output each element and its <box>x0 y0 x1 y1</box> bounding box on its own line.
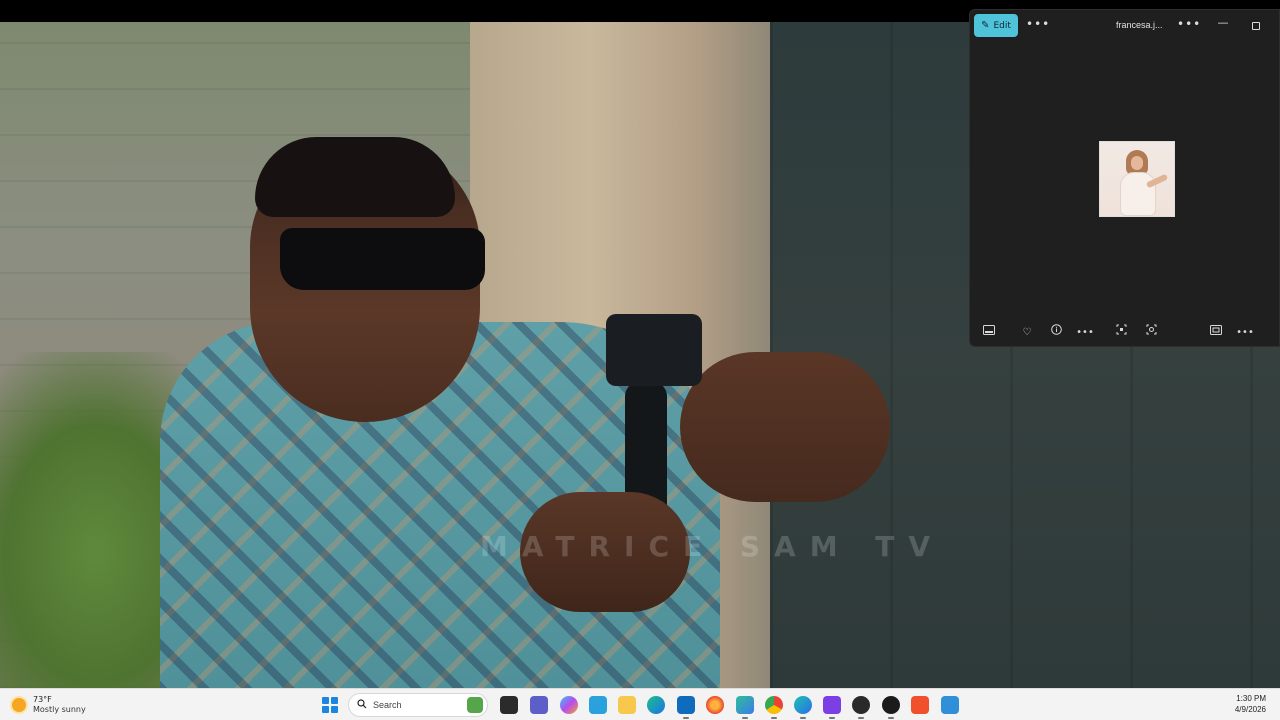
photos-viewer-window[interactable]: ✎ Edit ••• francesa.j... ••• — ♡ ••• ••• <box>969 9 1280 347</box>
search-icon <box>357 698 367 712</box>
edit-button[interactable]: ✎ Edit <box>974 14 1018 37</box>
weather-temperature: 73°F <box>33 695 52 704</box>
weather-widget[interactable]: 73°F Mostly sunny <box>12 693 86 717</box>
visual-search-icon[interactable] <box>1142 324 1160 342</box>
teams-icon[interactable] <box>530 696 548 714</box>
photo-figure-face <box>1131 156 1143 170</box>
minimize-button[interactable]: — <box>1215 15 1231 31</box>
photo-preview[interactable] <box>1099 141 1175 217</box>
calendar-icon[interactable] <box>677 696 695 719</box>
search-highlight-icon <box>467 697 483 713</box>
more-icon[interactable]: ••• <box>1076 324 1094 342</box>
search-box[interactable]: Search <box>348 693 488 717</box>
edge-dev-icon[interactable] <box>794 696 812 719</box>
start-button[interactable] <box>322 697 338 713</box>
more-options-icon[interactable]: ••• <box>1026 17 1050 31</box>
blue-app-icon[interactable] <box>941 696 959 714</box>
taskbar: 73°F Mostly sunny Search 1:30 PM 4/9/202… <box>0 688 1280 720</box>
photo-filename: francesa.j... <box>1116 20 1163 30</box>
media-player-icon[interactable] <box>882 696 900 719</box>
brave-icon[interactable] <box>911 696 929 714</box>
sun-icon <box>12 698 26 712</box>
clock-time: 1:30 PM <box>1236 694 1266 703</box>
firefox-icon[interactable] <box>706 696 724 714</box>
fit-to-window-icon[interactable] <box>1112 324 1130 342</box>
filmstrip-icon[interactable] <box>980 324 998 342</box>
maximize-icon <box>1252 22 1260 30</box>
desktop-screen: MATRICE SAM TV ✎ Edit ••• francesa.j... … <box>0 0 1280 720</box>
store-icon[interactable] <box>589 696 607 714</box>
info-icon[interactable] <box>1047 324 1065 342</box>
chrome-icon[interactable] <box>765 696 783 719</box>
more-icon[interactable]: ••• <box>1236 324 1254 342</box>
title-more-icon[interactable]: ••• <box>1177 17 1201 31</box>
copilot-icon[interactable] <box>560 696 578 714</box>
photo-figure-dress <box>1120 172 1156 216</box>
file-explorer-icon[interactable] <box>618 696 636 714</box>
person-hair <box>255 137 455 217</box>
edit-icon: ✎ <box>981 20 990 31</box>
terminal-icon[interactable] <box>500 696 518 714</box>
clock-date: 4/9/2026 <box>1234 705 1266 714</box>
person-arm <box>680 352 890 502</box>
search-placeholder: Search <box>373 700 402 710</box>
heart-icon[interactable]: ♡ <box>1018 324 1036 342</box>
video-watermark: MATRICE SAM TV <box>480 530 945 563</box>
edge-icon[interactable] <box>647 696 665 714</box>
photos-bottom-toolbar: ♡ ••• ••• <box>970 320 1280 346</box>
fullscreen-icon[interactable] <box>1207 324 1225 342</box>
dark-app-icon[interactable] <box>852 696 870 719</box>
maximize-button[interactable] <box>1248 15 1264 31</box>
action-camera <box>606 314 702 386</box>
weather-condition: Mostly sunny <box>33 705 86 714</box>
edit-button-label: Edit <box>993 20 1011 31</box>
sunglasses <box>280 228 485 290</box>
system-clock[interactable]: 1:30 PM 4/9/2026 <box>1235 693 1266 715</box>
purple-app-icon[interactable] <box>823 696 841 719</box>
photos-icon[interactable] <box>736 696 754 719</box>
photos-titlebar[interactable]: ✎ Edit ••• francesa.j... ••• — <box>970 10 1280 42</box>
windows-logo-icon <box>322 697 329 704</box>
